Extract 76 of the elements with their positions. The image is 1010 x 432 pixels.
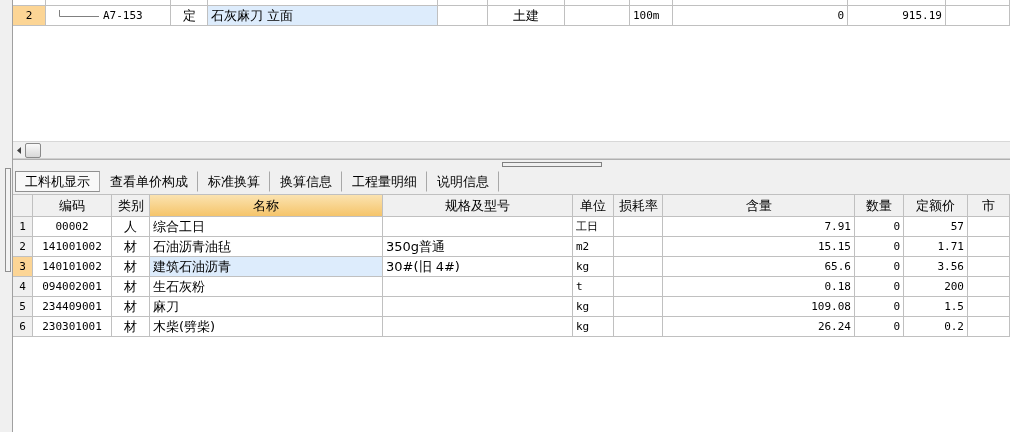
table-cell: 00002 [33,217,112,236]
row-number: 2 [13,237,33,256]
table-cell: 0.2 [904,317,968,336]
column-header[interactable]: 单位 [573,195,614,216]
column-header[interactable]: 数量 [855,195,904,216]
column-header[interactable]: 损耗率 [614,195,663,216]
table-cell: kg [573,297,614,316]
table-cell: 木柴(劈柴) [150,317,383,336]
table-cell: 土建 [488,6,565,25]
table-cell: 230301001 [33,317,112,336]
column-header[interactable]: 市 [968,195,1010,216]
table-cell: 材 [112,277,150,296]
table-cell: 人 [112,217,150,236]
table-cell: 生石灰粉 [150,277,383,296]
table-cell: kg [573,257,614,276]
column-header[interactable]: 规格及型号 [383,195,573,216]
table-cell: 1.71 [904,237,968,256]
row-number: 1 [13,217,33,236]
column-header[interactable]: 含量 [663,195,855,216]
table-cell: 0 [673,6,848,25]
table-cell: 26.24 [663,317,855,336]
tab[interactable]: 工料机显示 [15,171,100,192]
table-cell: 工日 [573,217,614,236]
table-cell: 石灰麻刀 立面 [208,6,438,25]
table-cell: kg [573,317,614,336]
table-cell: 7.91 [663,217,855,236]
table-cell: 材 [112,317,150,336]
row-number: 3 [13,257,33,276]
table-cell: 1.5 [904,297,968,316]
table-cell: 234409001 [33,297,112,316]
side-splitter[interactable] [5,168,11,272]
table-cell: 15.15 [663,237,855,256]
row-number: 5 [13,297,33,316]
table-cell: 350g普通 [383,237,573,256]
table-cell: 0.18 [663,277,855,296]
table-cell: m2 [573,237,614,256]
tab[interactable]: 查看单价构成 [100,171,198,192]
table-cell: 094002001 [33,277,112,296]
table-cell: 915.19 [848,6,946,25]
table-cell: 0 [855,237,904,256]
column-header[interactable]: 定额价 [904,195,968,216]
table-cell: 100m [630,6,673,25]
tab[interactable]: 工程量明细 [342,171,427,192]
table-cell: 0 [855,277,904,296]
table-cell: t [573,277,614,296]
table-cell: 0 [855,317,904,336]
table-cell: 综合工日 [150,217,383,236]
column-header[interactable]: 名称 [150,195,383,216]
tab[interactable]: 标准换算 [198,171,270,192]
scroll-thumb[interactable] [25,142,41,158]
table-cell: 200 [904,277,968,296]
tab[interactable]: 说明信息 [427,171,499,192]
row-number: 4 [13,277,33,296]
tab[interactable]: 换算信息 [270,171,342,192]
code-text: A7-153 [103,9,143,22]
table-cell: 0 [855,257,904,276]
table-cell: 109.08 [663,297,855,316]
table-cell: 30#(旧 4#) [383,257,573,276]
table-cell: 建筑石油沥青 [150,257,383,276]
splitter-handle[interactable] [501,162,602,167]
row-number: 2 [13,6,46,25]
table-cell: 材 [112,297,150,316]
table-cell: 麻刀 [150,297,383,316]
table-cell: 65.6 [663,257,855,276]
table-cell: 0 [855,297,904,316]
row-number: 6 [13,317,33,336]
table-cell: 材 [112,237,150,256]
table-cell: 140101002 [33,257,112,276]
table-cell: 石油沥青油毡 [150,237,383,256]
horizontal-scrollbar[interactable] [13,141,1010,159]
table-cell: 3.56 [904,257,968,276]
table-cell: 0 [855,217,904,236]
table-cell: 141001002 [33,237,112,256]
left-arrow-icon[interactable] [17,146,21,154]
column-header[interactable]: 编码 [33,195,112,216]
table-cell: 57 [904,217,968,236]
